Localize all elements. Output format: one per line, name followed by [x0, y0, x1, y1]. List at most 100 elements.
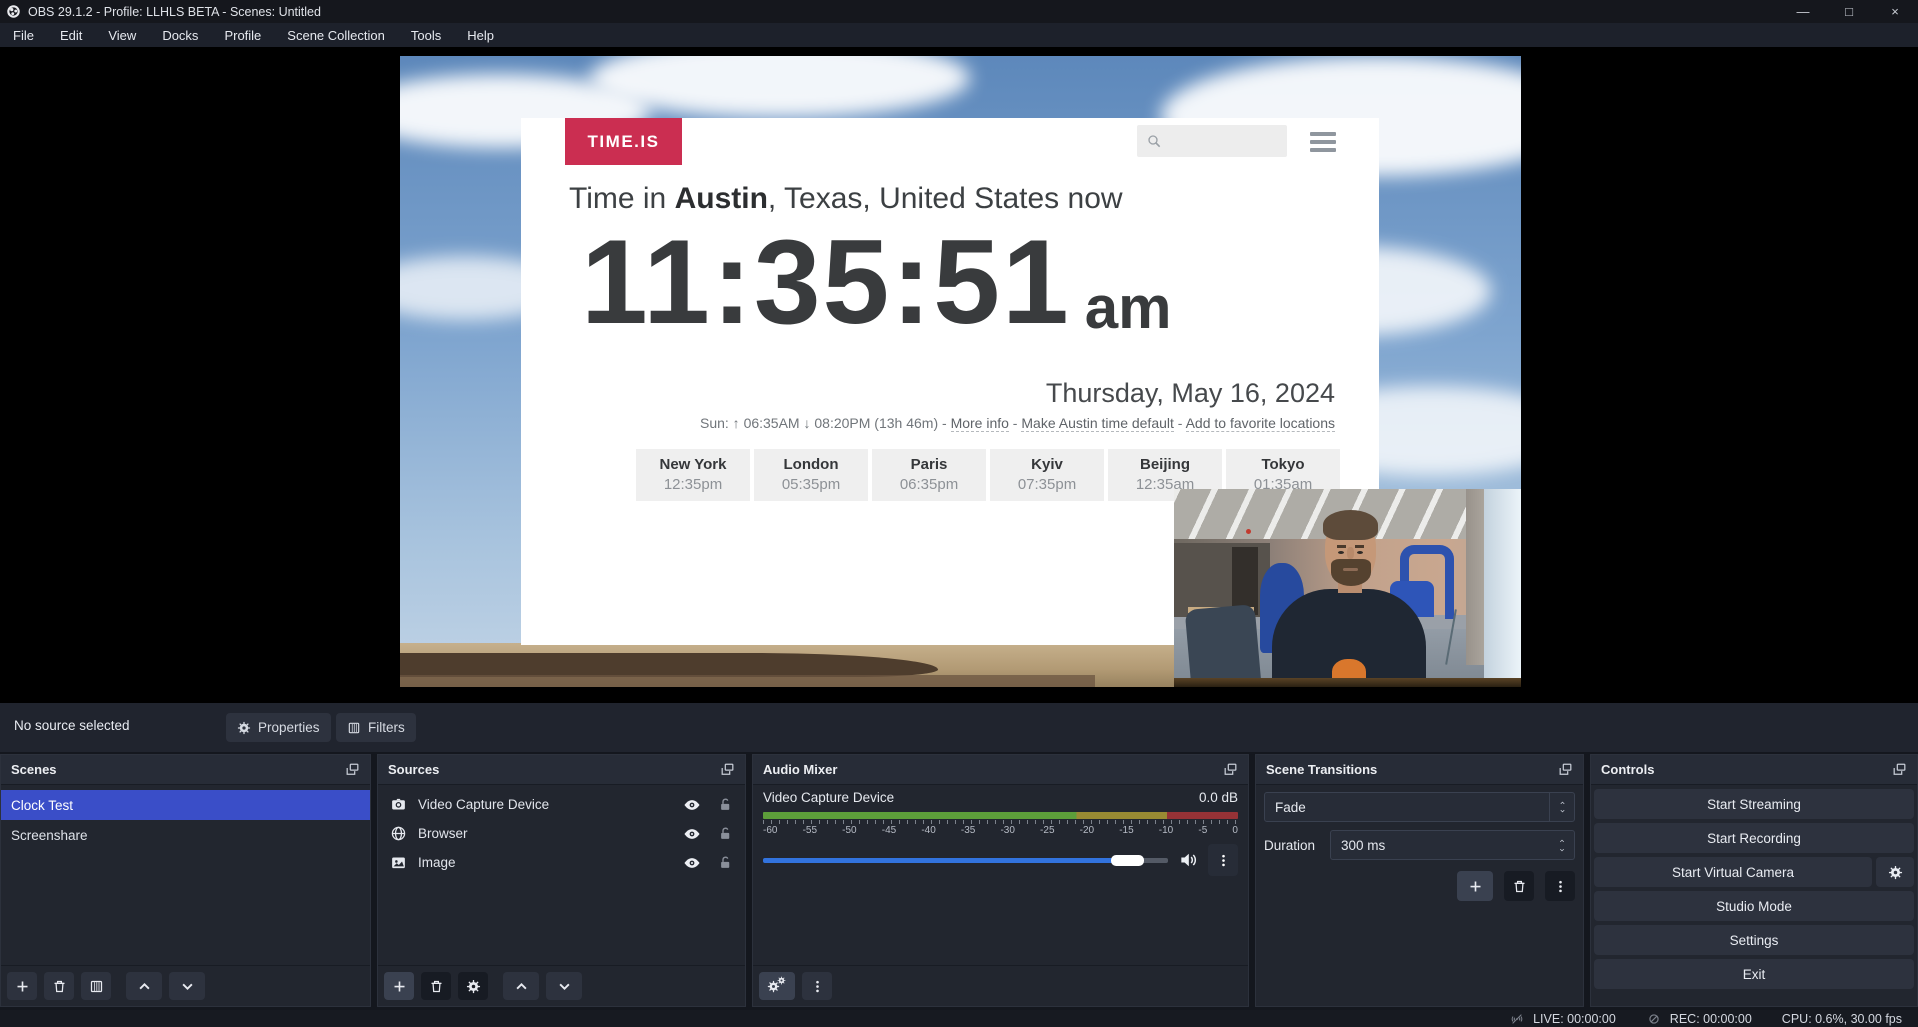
dots-vertical-icon: [1553, 879, 1568, 894]
studio-mode-button[interactable]: Studio Mode: [1594, 891, 1914, 921]
city-time: 12:35pm: [636, 476, 750, 493]
scene-item-screenshare[interactable]: Screenshare: [1, 820, 370, 850]
transition-menu-button[interactable]: [1545, 871, 1575, 901]
window-title: OBS 29.1.2 - Profile: LLHLS BETA - Scene…: [28, 5, 321, 19]
filters-button[interactable]: Filters: [336, 713, 416, 742]
virtual-camera-config-button[interactable]: [1876, 857, 1914, 887]
menu-help[interactable]: Help: [454, 23, 507, 47]
add-transition-button[interactable]: [1457, 871, 1493, 901]
start-streaming-button[interactable]: Start Streaming: [1594, 789, 1914, 819]
popout-icon[interactable]: [1558, 762, 1573, 777]
exit-button[interactable]: Exit: [1594, 959, 1914, 989]
menu-scene-collection[interactable]: Scene Collection: [274, 23, 398, 47]
maximize-button[interactable]: □: [1826, 0, 1872, 23]
source-item-image[interactable]: Image: [378, 848, 745, 877]
menu-docks[interactable]: Docks: [149, 23, 211, 47]
scene-item-clock-test[interactable]: Clock Test: [1, 790, 370, 820]
program-preview[interactable]: TIME.IS Time in Austin, Texas, United St…: [400, 56, 1521, 687]
hamburger-menu-icon: [1310, 132, 1336, 156]
webcam-source[interactable]: [1174, 489, 1521, 687]
sources-toolbar: [378, 965, 745, 1006]
live-timer: LIVE: 00:00:00: [1533, 1012, 1616, 1026]
speaker-icon[interactable]: [1178, 850, 1198, 870]
heading-suffix: , Texas, United States now: [768, 182, 1123, 215]
webcam-desk-edge: [1174, 678, 1521, 687]
link-add-favorite: Add to favorite locations: [1186, 415, 1335, 432]
plus-icon: [15, 979, 30, 994]
window-controls: — □ ×: [1780, 0, 1918, 23]
source-item-video-capture[interactable]: Video Capture Device: [378, 790, 745, 819]
transition-value: Fade: [1265, 800, 1306, 815]
select-caret: [1549, 793, 1574, 821]
menu-edit[interactable]: Edit: [47, 23, 95, 47]
scene-filters-button[interactable]: [81, 972, 111, 1000]
chevron-down-icon: [557, 979, 572, 994]
move-source-up-button[interactable]: [503, 972, 539, 1000]
chevron-up-icon: [1557, 838, 1567, 844]
mixer-menu-button[interactable]: [802, 972, 832, 1000]
source-properties-button[interactable]: [458, 972, 488, 1000]
transition-select[interactable]: Fade: [1264, 792, 1575, 822]
menubar: File Edit View Docks Profile Scene Colle…: [0, 23, 1918, 47]
city-time: 06:35pm: [872, 476, 986, 493]
scenes-panel-header: Scenes: [1, 755, 370, 785]
source-item-browser[interactable]: Browser: [378, 819, 745, 848]
desert-silhouette: [400, 653, 938, 677]
popout-icon[interactable]: [720, 762, 735, 777]
close-button[interactable]: ×: [1872, 0, 1918, 23]
remove-scene-button[interactable]: [44, 972, 74, 1000]
visibility-eye-icon[interactable]: [683, 796, 701, 814]
move-scene-down-button[interactable]: [169, 972, 205, 1000]
visibility-eye-icon[interactable]: [683, 854, 701, 872]
menu-tools[interactable]: Tools: [398, 23, 454, 47]
preview-canvas[interactable]: TIME.IS Time in Austin, Texas, United St…: [0, 47, 1918, 703]
desert-silhouette: [400, 675, 1095, 687]
advanced-audio-button[interactable]: [759, 972, 795, 1000]
filters-label: Filters: [368, 720, 405, 735]
heading-city: Austin: [675, 182, 768, 215]
obs-logo-icon: [6, 4, 21, 19]
dots-vertical-icon: [1216, 853, 1231, 868]
start-virtual-camera-button[interactable]: Start Virtual Camera: [1594, 857, 1872, 887]
menu-file[interactable]: File: [0, 23, 47, 47]
popout-icon[interactable]: [345, 762, 360, 777]
start-recording-button[interactable]: Start Recording: [1594, 823, 1914, 853]
add-source-button[interactable]: [384, 972, 414, 1000]
audio-mixer-title: Audio Mixer: [763, 762, 837, 777]
menu-profile[interactable]: Profile: [211, 23, 274, 47]
volume-slider[interactable]: [763, 858, 1168, 863]
lock-icon[interactable]: [718, 855, 733, 870]
trash-icon: [429, 979, 444, 994]
tick: 0: [1232, 825, 1238, 836]
properties-button[interactable]: Properties: [226, 713, 331, 742]
source-list: Video Capture Device Browser: [378, 785, 745, 877]
popout-icon[interactable]: [1892, 762, 1907, 777]
plus-icon: [392, 979, 407, 994]
volume-slider-handle[interactable]: [1111, 855, 1144, 866]
remove-transition-button[interactable]: [1504, 871, 1534, 901]
lock-icon[interactable]: [718, 797, 733, 812]
separator: -: [938, 415, 950, 431]
scenes-title: Scenes: [11, 762, 57, 777]
duration-spinbox[interactable]: 300 ms: [1330, 830, 1575, 860]
separator: -: [1174, 415, 1186, 431]
visibility-eye-icon[interactable]: [683, 825, 701, 843]
add-scene-button[interactable]: [7, 972, 37, 1000]
remove-source-button[interactable]: [421, 972, 451, 1000]
popout-icon[interactable]: [1223, 762, 1238, 777]
move-scene-up-button[interactable]: [126, 972, 162, 1000]
menu-view[interactable]: View: [95, 23, 149, 47]
settings-button[interactable]: Settings: [1594, 925, 1914, 955]
scenes-panel: Scenes Clock Test Screenshare: [0, 754, 371, 1007]
tick: -20: [1080, 825, 1094, 836]
mixer-channel-menu-button[interactable]: [1208, 844, 1238, 876]
tick: -55: [803, 825, 817, 836]
obs-window: OBS 29.1.2 - Profile: LLHLS BETA - Scene…: [0, 0, 1918, 1027]
minimize-button[interactable]: —: [1780, 0, 1826, 23]
separator: -: [1009, 415, 1021, 431]
move-source-down-button[interactable]: [546, 972, 582, 1000]
spinner-arrows[interactable]: [1557, 838, 1567, 853]
mixer-channel: Video Capture Device 0.0 dB -60 -55 -50 …: [763, 784, 1238, 876]
lock-icon[interactable]: [718, 826, 733, 841]
controls-header: Controls: [1591, 755, 1917, 785]
